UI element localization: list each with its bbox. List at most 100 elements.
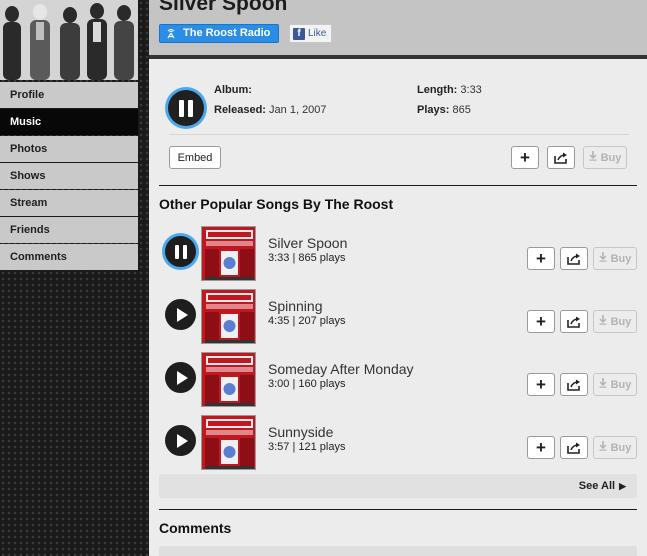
download-arrow-icon (599, 378, 607, 391)
album-cover[interactable] (201, 226, 256, 281)
album-cover[interactable] (201, 352, 256, 407)
plays-label: Plays: (417, 104, 450, 116)
song-row-title[interactable]: Sunnyside (268, 424, 333, 440)
released-info: Released: Jan 1, 2007 (214, 104, 327, 116)
nav-item-stream[interactable]: Stream (0, 190, 138, 216)
length-value: 3:33 (460, 84, 482, 96)
share-arrow-icon (567, 316, 581, 328)
share-song-button[interactable] (547, 146, 575, 169)
comments-heading: Comments (159, 520, 232, 536)
embed-button[interactable]: Embed (169, 146, 221, 169)
nav-item-comments[interactable]: Comments (0, 244, 138, 270)
radio-antenna-icon (166, 27, 176, 41)
plus-icon: + (536, 438, 546, 457)
plays-value: 865 (452, 104, 471, 116)
band-photo (0, 0, 138, 80)
song-play-button[interactable] (165, 425, 196, 456)
main-pause-button[interactable] (168, 90, 204, 126)
pause-icon (174, 244, 187, 259)
song-row-meta: 3:33 | 865 plays (268, 252, 346, 264)
song-title: Silver Spoon (159, 0, 288, 15)
released-label: Released: (214, 104, 266, 116)
buy-label: Buy (610, 378, 632, 391)
add-song-button[interactable]: + (511, 146, 539, 169)
album-info: Album: (214, 84, 252, 96)
song-row-meta: 4:35 | 207 plays (268, 315, 346, 327)
album-cover[interactable] (201, 415, 256, 470)
pause-icon (179, 99, 193, 117)
download-arrow-icon (589, 151, 597, 164)
length-info: Length: 3:33 (417, 84, 482, 96)
plus-icon: + (536, 375, 546, 394)
plays-info: Plays: 865 (417, 104, 471, 116)
share-arrow-icon (567, 442, 581, 454)
length-label: Length: (417, 84, 458, 96)
see-all-label: See All (578, 480, 616, 492)
nav-item-music[interactable]: Music (0, 109, 138, 135)
buy-song-button[interactable]: Buy (583, 146, 627, 169)
song-row: Spinning 4:35 | 207 plays + Buy (149, 289, 647, 352)
add-song-button[interactable]: + (527, 247, 555, 270)
song-pause-button[interactable] (165, 236, 196, 267)
share-song-button[interactable] (560, 247, 588, 270)
artist-radio-link[interactable]: The Roost Radio (159, 24, 280, 43)
buy-label: Buy (610, 315, 632, 328)
main-content: Silver Spoon The Roost Radio f Like Albu… (149, 0, 647, 556)
buy-song-button[interactable]: Buy (593, 310, 637, 333)
song-row-meta: 3:57 | 121 plays (268, 441, 346, 453)
download-arrow-icon (599, 252, 607, 265)
player-separator (169, 134, 629, 135)
download-arrow-icon (599, 441, 607, 454)
artist-radio-label: The Roost Radio (183, 27, 271, 39)
see-all-bar: See All ▶ (159, 474, 637, 498)
share-song-button[interactable] (560, 436, 588, 459)
nav-item-friends[interactable]: Friends (0, 217, 138, 243)
released-value: Jan 1, 2007 (269, 104, 327, 116)
add-song-button[interactable]: + (527, 373, 555, 396)
album-cover[interactable] (201, 289, 256, 344)
share-song-button[interactable] (560, 310, 588, 333)
share-arrow-icon (567, 379, 581, 391)
facebook-like-button[interactable]: f Like (289, 24, 333, 43)
nav-item-shows[interactable]: Shows (0, 163, 138, 189)
share-arrow-icon (567, 253, 581, 265)
song-row: Sunnyside 3:57 | 121 plays + Buy (149, 415, 647, 478)
nav-item-photos[interactable]: Photos (0, 136, 138, 162)
song-header: Silver Spoon The Roost Radio f Like (149, 0, 647, 55)
song-play-button[interactable] (165, 362, 196, 393)
popular-songs-heading: Other Popular Songs By The Roost (159, 196, 394, 212)
song-row-title[interactable]: Someday After Monday (268, 361, 414, 377)
song-row: Someday After Monday 3:00 | 160 plays + Buy (149, 352, 647, 415)
play-icon (176, 370, 188, 385)
plus-icon: + (536, 249, 546, 268)
buy-label: Buy (610, 441, 632, 454)
play-icon (176, 307, 188, 322)
profile-nav: Profile Music Photos Shows Stream Friend… (0, 82, 138, 271)
comments-box (159, 546, 637, 556)
buy-song-button[interactable]: Buy (593, 247, 637, 270)
song-row-title[interactable]: Spinning (268, 298, 323, 314)
download-arrow-icon (599, 315, 607, 328)
song-row-title[interactable]: Silver Spoon (268, 235, 347, 251)
play-icon (176, 433, 188, 448)
plus-icon: + (536, 312, 546, 331)
embed-label: Embed (177, 151, 213, 164)
song-play-button[interactable] (165, 299, 196, 330)
share-song-button[interactable] (560, 373, 588, 396)
facebook-like-label: Like (308, 28, 327, 39)
triangle-right-icon: ▶ (619, 480, 626, 491)
plus-icon: + (520, 148, 530, 167)
buy-label: Buy (600, 151, 622, 164)
buy-song-button[interactable]: Buy (593, 373, 637, 396)
share-arrow-icon (554, 152, 568, 164)
see-all-link[interactable]: See All ▶ (579, 480, 626, 492)
buy-song-button[interactable]: Buy (593, 436, 637, 459)
album-label: Album: (214, 84, 252, 96)
nav-item-profile[interactable]: Profile (0, 82, 138, 108)
section-divider (159, 185, 637, 186)
add-song-button[interactable]: + (527, 310, 555, 333)
song-row: Silver Spoon 3:33 | 865 plays + Buy (149, 226, 647, 289)
header-divider (149, 55, 647, 59)
facebook-f-icon: f (293, 27, 305, 40)
add-song-button[interactable]: + (527, 436, 555, 459)
